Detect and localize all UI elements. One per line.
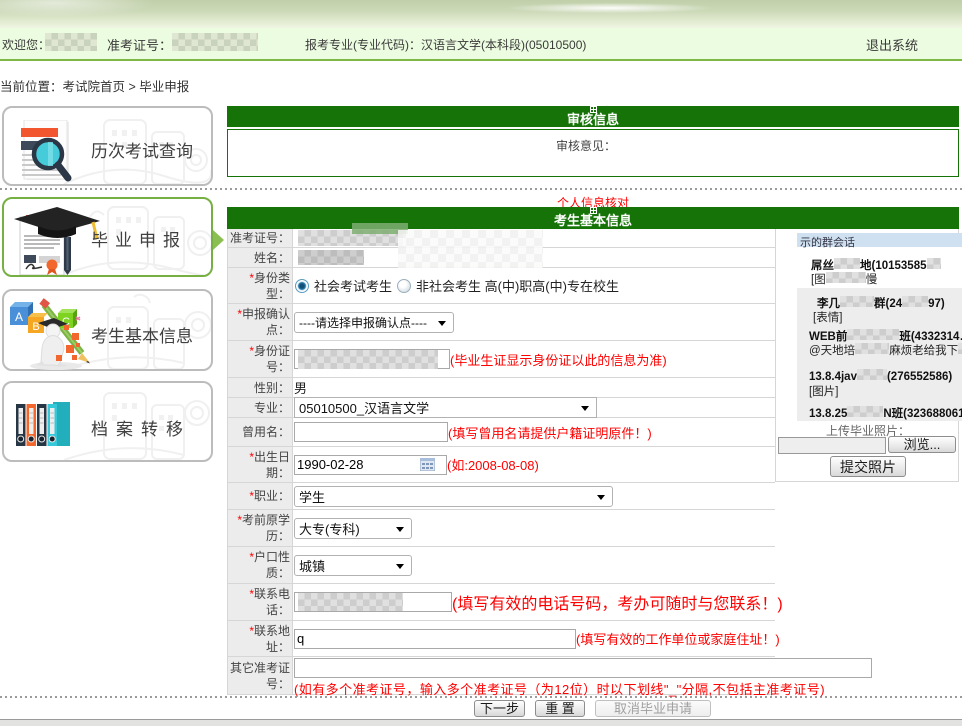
svg-text:A: A bbox=[15, 310, 23, 324]
svg-text:B: B bbox=[32, 321, 39, 333]
